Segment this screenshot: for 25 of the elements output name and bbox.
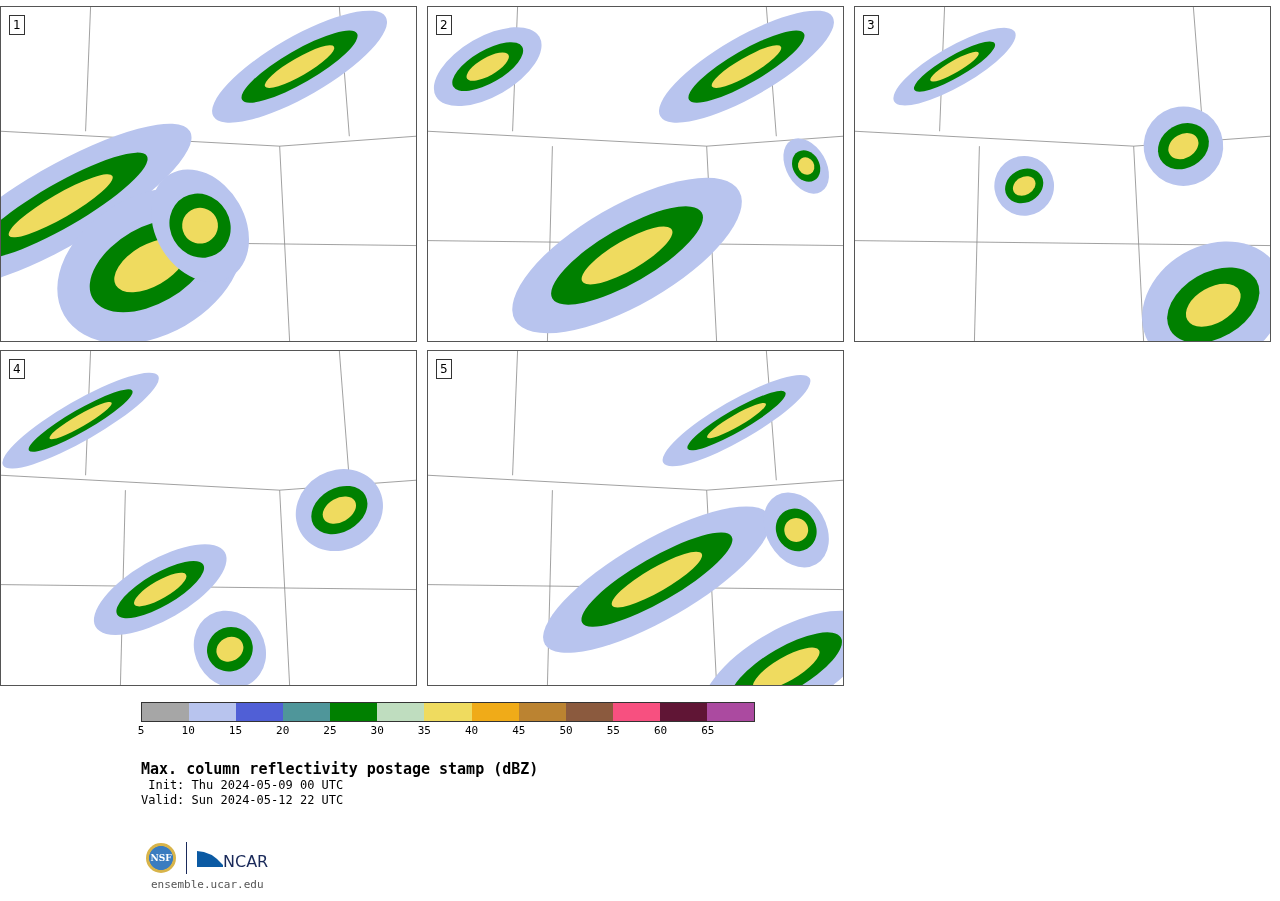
scale-tick-label: 65 (701, 724, 715, 737)
ncar-logo: NCAR (223, 851, 269, 871)
scale-tick-label: 5 (137, 724, 145, 737)
scale-tick-label: 35 (417, 724, 431, 737)
panel-number: 5 (436, 359, 452, 379)
valid-time: Valid: Sun 2024-05-12 22 UTC (141, 793, 345, 808)
scale-tick-label: 50 (559, 724, 573, 737)
init-time: Init: Thu 2024-05-09 00 UTC (147, 778, 345, 793)
scale-tick-label: 40 (465, 724, 479, 737)
scale-tick-label: 55 (606, 724, 620, 737)
scale-tick-label: 45 (512, 724, 526, 737)
panel-number: 2 (436, 15, 452, 35)
scale-tick-label: 30 (370, 724, 384, 737)
website-url: ensemble.ucar.edu (151, 878, 265, 891)
panel-number: 1 (9, 15, 25, 35)
scale-tick-label: 20 (276, 724, 290, 737)
chart-title: Max. column reflectivity postage stamp (dBZ) (141, 760, 540, 778)
scale-tick-label: 10 (181, 724, 195, 737)
nsf-logo: NSF (146, 843, 176, 873)
scale-tick-label: 60 (653, 724, 668, 737)
scale-tick-label: 25 (323, 724, 337, 737)
panel-number: 3 (863, 15, 879, 35)
scale-tick-label: 15 (228, 724, 243, 737)
panel-number: 4 (9, 359, 25, 379)
swoosh-icon (197, 849, 223, 867)
